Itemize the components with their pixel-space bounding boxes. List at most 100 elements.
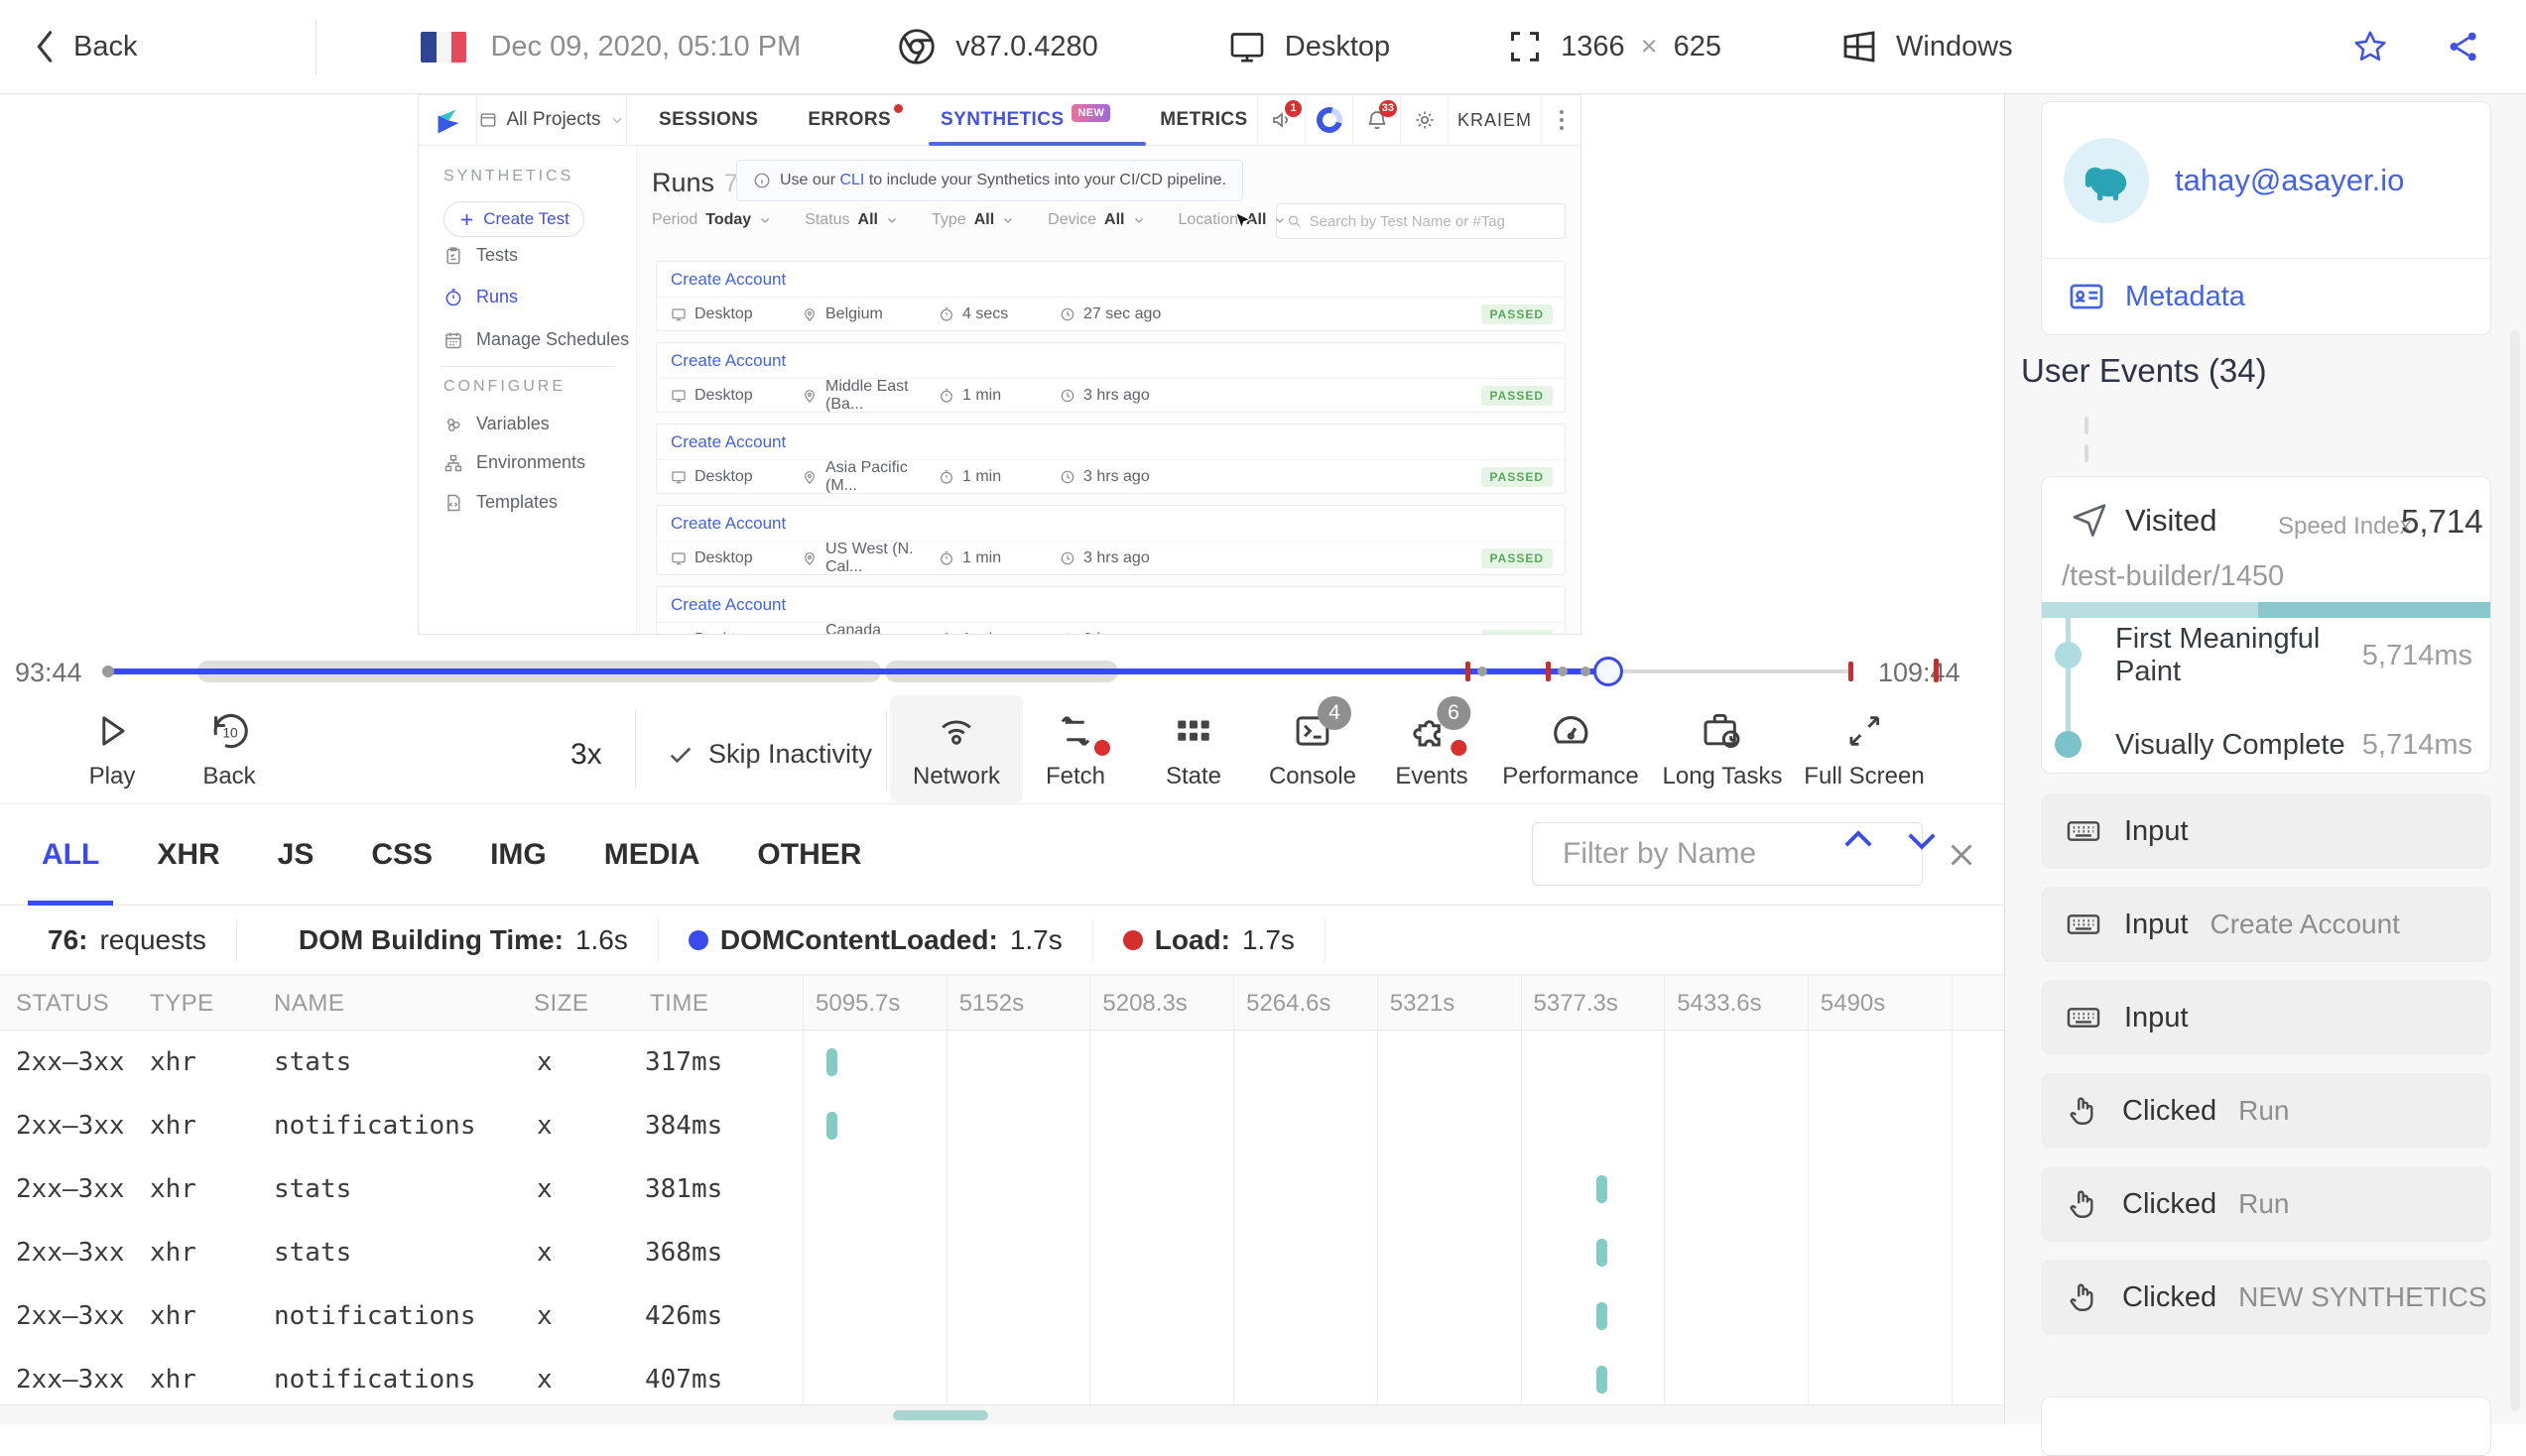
user-event-card[interactable]: Clicked NEW SYNTHETICS [2041, 1260, 2491, 1335]
tab-metrics[interactable]: METRICS [1160, 95, 1247, 146]
more-menu-button[interactable] [1541, 95, 1580, 146]
error-event-marker[interactable] [1848, 662, 1853, 681]
network-filter-tab[interactable]: OTHER [757, 804, 861, 906]
network-filter-tab[interactable]: ALL [42, 804, 99, 906]
run-card[interactable]: Create Account Desktop Asia Pacific (M..… [656, 424, 1566, 494]
user-event-card[interactable]: Clicked Run [2041, 1073, 2491, 1149]
user-email-link[interactable]: tahay@asayer.io [2175, 163, 2404, 198]
stopwatch-icon [939, 306, 954, 322]
network-request-row[interactable]: 2xx–3xx xhr notifications x 407ms [0, 1348, 2004, 1411]
error-event-marker[interactable] [1465, 662, 1470, 681]
sidebar-item-variables[interactable]: Variables [443, 414, 550, 434]
replayed-sidebar: SYNTHETICS Create Test Tests Runs Manage… [419, 146, 637, 634]
share-icon[interactable] [2445, 28, 2482, 65]
panel-button-events[interactable]: 6 Events [1395, 708, 1467, 790]
jump-down-icon[interactable] [1901, 819, 1943, 861]
sidebar-item-environments[interactable]: Environments [443, 452, 585, 473]
network-filter-tab[interactable]: MEDIA [604, 804, 700, 906]
run-card[interactable]: Create Account Desktop Belgium [656, 261, 1566, 331]
close-panel-icon[interactable] [1943, 836, 1980, 874]
favorite-star-icon[interactable] [2351, 28, 2389, 65]
panel-button-long-tasks[interactable]: Long Tasks [1663, 708, 1783, 790]
tab-errors[interactable]: ERRORS [808, 95, 891, 146]
run-title-link[interactable]: Create Account [657, 343, 1565, 379]
back-button[interactable]: Back [32, 30, 137, 63]
sidebar-scrollbar[interactable] [2510, 330, 2520, 1411]
fullscreen-button[interactable]: Full Screen [1804, 708, 1924, 790]
jump-up-icon[interactable] [1837, 819, 1879, 861]
cli-link[interactable]: CLI [839, 172, 864, 188]
event-dot[interactable] [1477, 667, 1487, 676]
user-event-card[interactable]: Clicked Run [2041, 1166, 2491, 1242]
sidebar-item-tests[interactable]: Tests [443, 245, 518, 266]
run-card[interactable]: Create Account Desktop Canada (Central) [656, 586, 1566, 635]
network-request-row[interactable]: 2xx–3xx xhr stats x 317ms [0, 1031, 2004, 1094]
network-filter-tab[interactable]: JS [278, 804, 315, 906]
replay-stage: All Projects SESSIONS ERRORS SYNTHETICS … [0, 94, 2004, 635]
run-title-link[interactable]: Create Account [657, 262, 1565, 298]
user-menu[interactable]: KRAIEM [1448, 95, 1541, 146]
run-device: Desktop [671, 387, 802, 405]
network-filter-tab[interactable]: CSS [371, 804, 433, 906]
back-10s-button[interactable]: 10 Back [202, 708, 255, 790]
sidebar-item-manage-schedules[interactable]: Manage Schedules [443, 329, 629, 350]
runs-filters: Period Today Status All Type All [652, 207, 1286, 233]
runs-search-box[interactable] [1276, 203, 1566, 239]
panel-button-state[interactable]: State [1166, 708, 1221, 790]
network-filter-tab[interactable]: IMG [490, 804, 547, 906]
sidebar-item-templates[interactable]: Templates [443, 492, 558, 513]
sidebar-item-runs[interactable]: Runs [443, 287, 518, 307]
user-event-card[interactable]: Input [2041, 793, 2491, 869]
runs-search-input[interactable] [1302, 213, 1565, 230]
playhead-handle[interactable] [1593, 657, 1623, 686]
divider [635, 709, 636, 789]
run-title-link[interactable]: Create Account [657, 587, 1565, 623]
run-card[interactable]: Create Account Desktop Middle East (Ba..… [656, 342, 1566, 413]
network-filter-tab[interactable]: XHR [157, 804, 219, 906]
play-button[interactable]: Play [89, 708, 136, 790]
stopwatch-icon [939, 550, 954, 566]
playback-speed-button[interactable]: 3x [570, 738, 602, 772]
error-event-marker[interactable] [1546, 662, 1551, 681]
run-card[interactable]: Create Account Desktop US West (N. Cal..… [656, 505, 1566, 575]
run-status-badge: PASSED [1481, 548, 1553, 568]
tab-synthetics[interactable]: SYNTHETICS NEW [941, 95, 1110, 146]
metadata-button[interactable]: Metadata [2042, 259, 2490, 334]
notifications-button[interactable]: 33 [1352, 95, 1400, 146]
run-filter-dropdown[interactable]: Device All [1048, 211, 1144, 229]
replayed-app-tabs: SESSIONS ERRORS SYNTHETICS NEW METRICS [659, 95, 1248, 146]
announcements-button[interactable]: 1 [1257, 95, 1305, 146]
user-event-card[interactable]: Input [2041, 980, 2491, 1055]
info-icon [753, 172, 771, 189]
panel-button-console[interactable]: 4 Console [1269, 708, 1356, 790]
visited-event-card[interactable]: Visited Speed Index 5,714 /test-builder/… [2041, 476, 2491, 774]
event-dot[interactable] [1580, 667, 1590, 676]
panel-button-network[interactable]: Network [913, 708, 1000, 790]
tab-sessions[interactable]: SESSIONS [659, 95, 758, 146]
user-event-list: Input Input Create Account Input Clicke [2041, 793, 2491, 1335]
run-location: US West (N. Cal... [802, 541, 939, 575]
network-request-row[interactable]: 2xx–3xx xhr notifications x 384ms [0, 1094, 2004, 1157]
project-selector[interactable]: All Projects [476, 95, 627, 146]
settings-button[interactable] [1400, 95, 1448, 146]
run-filter-dropdown[interactable]: Period Today [652, 211, 771, 229]
scrollbar-thumb[interactable] [893, 1410, 988, 1420]
chevron-down-icon [886, 214, 898, 226]
waterfall-tick: 5152s [959, 990, 1024, 1018]
run-filter-dropdown[interactable]: Status All [805, 211, 898, 229]
panel-button-fetch[interactable]: Fetch [1046, 708, 1105, 790]
network-request-row[interactable]: 2xx–3xx xhr notifications x 426ms [0, 1284, 2004, 1348]
skip-inactivity-toggle[interactable]: Skip Inactivity [667, 739, 872, 770]
errors-alert-dot [894, 104, 903, 113]
panel-button-performance[interactable]: Performance [1502, 708, 1638, 790]
user-event-card[interactable]: Input Create Account [2041, 887, 2491, 962]
run-title-link[interactable]: Create Account [657, 506, 1565, 542]
event-dot[interactable] [1558, 667, 1568, 676]
run-filter-dropdown[interactable]: Type All [932, 211, 1014, 229]
create-test-button[interactable]: Create Test [443, 201, 584, 237]
stat-color-dot [689, 930, 708, 950]
network-request-row[interactable]: 2xx–3xx xhr stats x 368ms [0, 1221, 2004, 1284]
network-request-row[interactable]: 2xx–3xx xhr stats x 381ms [0, 1157, 2004, 1221]
network-stat: 76: requests [0, 918, 237, 962]
run-title-link[interactable]: Create Account [657, 425, 1565, 460]
